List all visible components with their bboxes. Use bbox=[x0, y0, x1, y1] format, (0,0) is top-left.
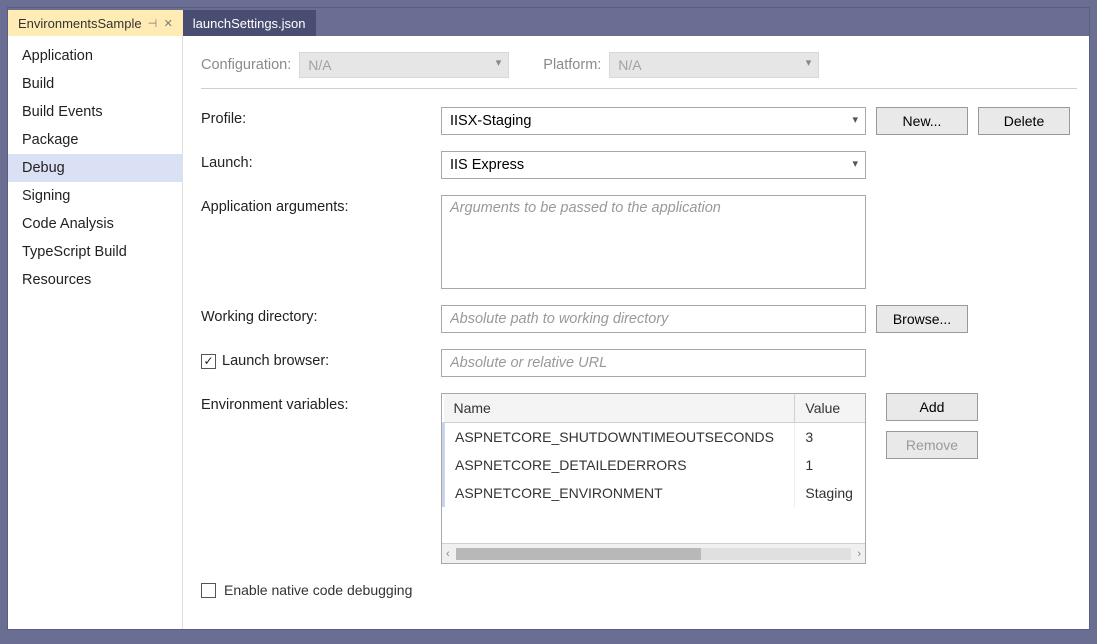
sidebar-item-debug[interactable]: Debug bbox=[8, 154, 182, 182]
env-vars-row: Environment variables: Name Value bbox=[201, 393, 1077, 564]
app-args-row: Application arguments: bbox=[201, 195, 1077, 289]
app-args-label: Application arguments: bbox=[201, 195, 441, 215]
env-vars-table[interactable]: Name Value ASPNETCORE_SHUTDOWNTIMEOUTSEC… bbox=[441, 393, 866, 564]
sidebar-item-code-analysis[interactable]: Code Analysis bbox=[8, 210, 182, 238]
horizontal-scrollbar[interactable]: ‹ › bbox=[442, 543, 865, 563]
sidebar-item-package[interactable]: Package bbox=[8, 126, 182, 154]
launch-row: Launch: IIS Express bbox=[201, 151, 1077, 179]
native-debug-checkbox[interactable] bbox=[201, 583, 216, 598]
launch-select[interactable]: IIS Express bbox=[441, 151, 866, 179]
launch-browser-label: Launch browser: bbox=[222, 353, 329, 369]
table-row[interactable]: ASPNETCORE_ENVIRONMENT Staging bbox=[444, 479, 866, 507]
pin-icon[interactable]: ⊣ bbox=[148, 17, 158, 30]
sidebar-item-application[interactable]: Application bbox=[8, 42, 182, 70]
profile-select[interactable]: IISX-Staging bbox=[441, 107, 866, 135]
launch-browser-row: ✓ Launch browser: bbox=[201, 349, 1077, 377]
delete-profile-button[interactable]: Delete bbox=[978, 107, 1070, 135]
table-empty-area[interactable] bbox=[442, 507, 865, 543]
scroll-right-icon[interactable]: › bbox=[857, 548, 861, 560]
configuration-select: N/A bbox=[299, 52, 509, 78]
launch-browser-checkbox[interactable]: ✓ bbox=[201, 354, 216, 369]
profile-row: Profile: IISX-Staging New... Delete bbox=[201, 107, 1077, 135]
app-args-input[interactable] bbox=[441, 195, 866, 289]
env-value-cell[interactable]: 3 bbox=[795, 423, 865, 452]
scroll-thumb[interactable] bbox=[456, 548, 701, 560]
env-value-header[interactable]: Value bbox=[795, 394, 865, 423]
browse-button[interactable]: Browse... bbox=[876, 305, 968, 333]
env-value-cell[interactable]: Staging bbox=[795, 479, 865, 507]
sidebar-item-signing[interactable]: Signing bbox=[8, 182, 182, 210]
debug-properties-panel: Configuration: N/A Platform: N/A Profile… bbox=[183, 36, 1089, 629]
env-value-cell[interactable]: 1 bbox=[795, 451, 865, 479]
platform-select: N/A bbox=[609, 52, 819, 78]
configuration-label: Configuration: bbox=[201, 57, 291, 73]
native-debug-label: Enable native code debugging bbox=[224, 582, 412, 598]
working-dir-input[interactable] bbox=[441, 305, 866, 333]
sidebar-item-resources[interactable]: Resources bbox=[8, 266, 182, 294]
add-env-button[interactable]: Add bbox=[886, 393, 978, 421]
table-row[interactable]: ASPNETCORE_SHUTDOWNTIMEOUTSECONDS 3 bbox=[444, 423, 866, 452]
document-tabs: EnvironmentsSample ⊣ ✕ launchSettings.js… bbox=[8, 8, 1089, 36]
env-name-cell[interactable]: ASPNETCORE_DETAILEDERRORS bbox=[444, 451, 795, 479]
tab-environments-sample[interactable]: EnvironmentsSample ⊣ ✕ bbox=[8, 10, 183, 36]
platform-label: Platform: bbox=[543, 57, 601, 73]
scroll-left-icon[interactable]: ‹ bbox=[446, 548, 450, 560]
sidebar-item-build-events[interactable]: Build Events bbox=[8, 98, 182, 126]
env-vars-label: Environment variables: bbox=[201, 393, 441, 413]
launch-label: Launch: bbox=[201, 151, 441, 171]
working-dir-label: Working directory: bbox=[201, 305, 441, 325]
env-name-cell[interactable]: ASPNETCORE_SHUTDOWNTIMEOUTSECONDS bbox=[444, 423, 795, 452]
tab-label: launchSettings.json bbox=[193, 16, 306, 31]
tab-launch-settings[interactable]: launchSettings.json bbox=[183, 10, 316, 36]
working-dir-row: Working directory: Browse... bbox=[201, 305, 1077, 333]
native-debug-row: Enable native code debugging bbox=[201, 582, 1077, 598]
table-row[interactable]: ASPNETCORE_DETAILEDERRORS 1 bbox=[444, 451, 866, 479]
profile-label: Profile: bbox=[201, 107, 441, 127]
new-profile-button[interactable]: New... bbox=[876, 107, 968, 135]
tab-label: EnvironmentsSample bbox=[18, 16, 142, 31]
env-name-header[interactable]: Name bbox=[444, 394, 795, 423]
env-name-cell[interactable]: ASPNETCORE_ENVIRONMENT bbox=[444, 479, 795, 507]
config-platform-row: Configuration: N/A Platform: N/A bbox=[201, 36, 1077, 89]
body: Application Build Build Events Package D… bbox=[8, 36, 1089, 629]
sidebar-item-typescript-build[interactable]: TypeScript Build bbox=[8, 238, 182, 266]
close-icon[interactable]: ✕ bbox=[164, 17, 173, 30]
project-properties-window: EnvironmentsSample ⊣ ✕ launchSettings.js… bbox=[7, 7, 1090, 630]
sidebar-item-build[interactable]: Build bbox=[8, 70, 182, 98]
launch-browser-url-input[interactable] bbox=[441, 349, 866, 377]
remove-env-button[interactable]: Remove bbox=[886, 431, 978, 459]
properties-sidebar: Application Build Build Events Package D… bbox=[8, 36, 183, 629]
